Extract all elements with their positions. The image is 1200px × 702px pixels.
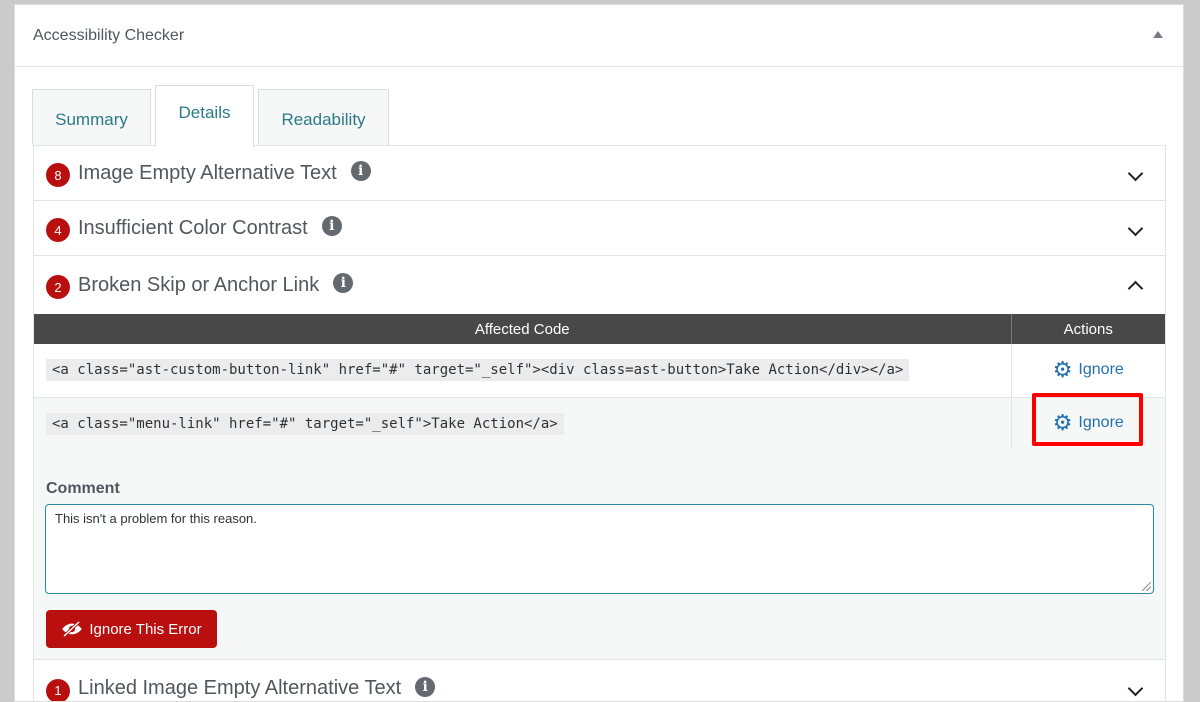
affected-code-table: Affected Code Actions <a class="ast-cust… — [34, 314, 1165, 451]
ignore-this-error-button[interactable]: Ignore This Error — [46, 610, 217, 648]
column-header-actions: Actions — [1011, 314, 1165, 344]
table-row: <a class="ast-custom-button-link" href="… — [34, 344, 1165, 398]
ignore-button[interactable]: ⚙ Ignore — [1052, 356, 1124, 382]
info-icon[interactable]: i — [350, 161, 371, 181]
issue-count-badge: 1 — [46, 678, 70, 701]
eye-slash-icon — [62, 621, 83, 637]
chevron-down-icon[interactable] — [1127, 165, 1144, 182]
info-icon[interactable]: i — [321, 216, 342, 236]
table-row: <a class="menu-link" href="#" target="_s… — [34, 397, 1165, 451]
highlight-box — [1032, 393, 1143, 446]
accessibility-checker-panel: Accessibility Checker Summary Details Re… — [14, 4, 1184, 702]
info-icon[interactable]: i — [415, 676, 436, 697]
affected-code-snippet: <a class="ast-custom-button-link" href="… — [46, 359, 910, 382]
issue-row-linked-image-empty-alt[interactable]: 1 Linked Image Empty Alternative Text i — [34, 661, 1165, 701]
comment-textarea[interactable]: This isn't a problem for this reason. — [45, 504, 1154, 594]
info-icon[interactable]: i — [333, 273, 354, 293]
issue-label: Image Empty Alternative Text — [78, 161, 337, 184]
comment-section: Comment This isn't a problem for this re… — [34, 448, 1165, 660]
ignore-this-error-label: Ignore This Error — [89, 620, 202, 638]
issue-count-badge: 8 — [46, 163, 70, 187]
chevron-up-icon[interactable] — [1127, 280, 1144, 297]
collapse-up-icon[interactable] — [1153, 31, 1163, 38]
tab-summary[interactable]: Summary — [32, 89, 151, 145]
chevron-down-icon[interactable] — [1127, 220, 1144, 237]
gear-icon: ⚙ — [1052, 356, 1073, 382]
issue-label: Insufficient Color Contrast — [78, 216, 308, 239]
comment-label: Comment — [46, 480, 120, 497]
issue-label: Broken Skip or Anchor Link — [78, 273, 320, 296]
issue-count-badge: 4 — [46, 218, 70, 242]
column-header-affected-code: Affected Code — [34, 314, 1012, 344]
resize-handle[interactable] — [1142, 582, 1151, 591]
panel-title: Accessibility Checker — [33, 26, 185, 44]
affected-code-snippet: <a class="menu-link" href="#" target="_s… — [46, 412, 564, 435]
issue-row-color-contrast[interactable]: 4 Insufficient Color Contrast i — [34, 201, 1165, 256]
chevron-down-icon[interactable] — [1127, 680, 1144, 697]
tab-readability[interactable]: Readability — [258, 89, 389, 145]
issue-label: Linked Image Empty Alternative Text — [78, 677, 402, 699]
ignore-label: Ignore — [1078, 360, 1124, 378]
issue-count-badge: 2 — [46, 275, 70, 299]
tab-details[interactable]: Details — [155, 85, 254, 147]
issue-row-broken-anchor[interactable]: 2 Broken Skip or Anchor Link i — [34, 256, 1165, 314]
issue-row-image-empty-alt[interactable]: 8 Image Empty Alternative Text i — [34, 146, 1165, 201]
panel-header[interactable]: Accessibility Checker — [15, 5, 1183, 67]
details-content: 8 Image Empty Alternative Text i 4 Insuf… — [33, 145, 1166, 701]
